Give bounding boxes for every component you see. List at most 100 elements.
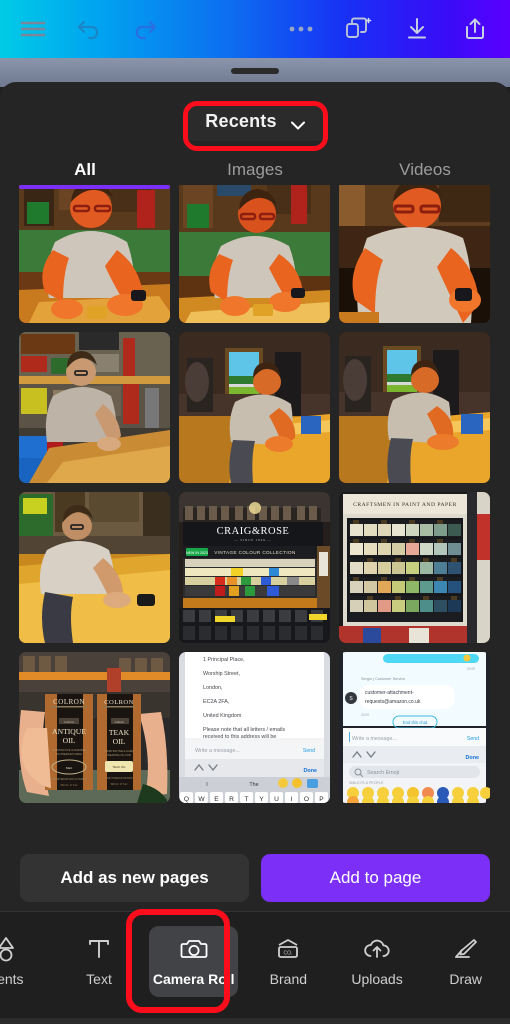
nav-label-text: Text xyxy=(86,971,112,987)
photo-thumbnail[interactable]: 1 Principal Place, Worship Street, Londo… xyxy=(179,652,330,803)
svg-text:A DISTINCTIVE & HARD: A DISTINCTIVE & HARD xyxy=(105,749,134,753)
svg-text:Done: Done xyxy=(304,768,317,774)
draw-pen-icon xyxy=(453,934,479,964)
nav-label-brand: Brand xyxy=(269,971,308,987)
nav-item-brand[interactable]: CO. Brand xyxy=(244,926,333,987)
grid-row: CRAIG&ROSE — SINCE 1829 — NEW IN 2023 VI… xyxy=(19,492,491,643)
svg-text:End this chat: End this chat xyxy=(403,720,428,725)
grid-row xyxy=(19,332,491,483)
svg-text:TEAK OIL: TEAK OIL xyxy=(112,765,126,769)
elements-icon xyxy=(0,934,23,964)
photo-thumbnail[interactable] xyxy=(339,185,490,323)
svg-text:Colron: Colron xyxy=(115,720,124,724)
svg-text:— SINCE 1829 —: — SINCE 1829 — xyxy=(233,538,271,542)
svg-text:1 Principal Place,: 1 Principal Place, xyxy=(203,657,245,663)
svg-text:TEAK: TEAK xyxy=(109,728,130,737)
grid-row: COLRON Colron ANTIQUE OIL A DISTINCTIVE … xyxy=(19,652,491,803)
sheet-action-buttons: Add as new pages Add to page xyxy=(0,854,510,902)
svg-text:Q: Q xyxy=(184,796,189,803)
svg-text:20:09: 20:09 xyxy=(467,667,475,671)
add-to-page-button[interactable]: Add to page xyxy=(261,854,490,902)
svg-text:EC2A 2FA,: EC2A 2FA, xyxy=(203,699,230,705)
svg-text:500 ml / 17 fl oz: 500 ml / 17 fl oz xyxy=(111,783,129,786)
svg-text:U: U xyxy=(274,796,279,803)
nav-item-elements[interactable]: ents xyxy=(0,926,55,987)
svg-text:Search Emoji: Search Emoji xyxy=(367,770,399,776)
source-selector-row: Recents xyxy=(0,102,510,141)
photo-thumbnail[interactable] xyxy=(19,332,170,483)
svg-text:VINTAGE COLOUR COLLECTION: VINTAGE COLOUR COLLECTION xyxy=(214,550,295,555)
nav-item-uploads[interactable]: Uploads xyxy=(333,926,422,987)
download-icon[interactable] xyxy=(402,14,432,44)
photo-thumbnail[interactable]: CRAIG&ROSE — SINCE 1829 — NEW IN 2023 VI… xyxy=(179,492,330,643)
photo-thumbnail[interactable] xyxy=(339,332,490,483)
more-options-icon[interactable] xyxy=(286,14,316,44)
add-as-new-pages-button[interactable]: Add as new pages xyxy=(20,854,249,902)
undo-icon[interactable] xyxy=(74,14,104,44)
svg-text:The: The xyxy=(249,782,258,788)
svg-text:Please note that all letters /: Please note that all letters / emails xyxy=(203,727,285,733)
sheet-drag-handle[interactable] xyxy=(231,68,279,74)
nav-label-elements: ents xyxy=(0,971,24,987)
media-picker-sheet: Recents All Images Videos CRAIG&ROSE — S… xyxy=(0,82,510,911)
svg-text:500 ml / 17 fl oz: 500 ml / 17 fl oz xyxy=(61,784,79,787)
photo-grid-scroll[interactable]: CRAIG&ROSE — SINCE 1829 — NEW IN 2023 VI… xyxy=(0,185,510,845)
photo-thumbnail[interactable]: 20:09 Sergio | Customer Service S custom… xyxy=(339,652,490,803)
recents-dropdown-button[interactable]: Recents xyxy=(183,102,327,141)
photo-thumbnail[interactable]: COLRON Colron ANTIQUE OIL A DISTINCTIVE … xyxy=(19,652,170,803)
svg-text:CRAFTSMEN IN PAINT AND PAPER: CRAFTSMEN IN PAINT AND PAPER xyxy=(353,502,457,508)
svg-text:Sergio | Customer Service: Sergio | Customer Service xyxy=(361,677,405,681)
svg-text:requests@amazon.co.uk: requests@amazon.co.uk xyxy=(365,699,421,705)
upload-cloud-icon xyxy=(363,934,391,964)
share-icon[interactable] xyxy=(460,14,490,44)
svg-text:Worship Street,: Worship Street, xyxy=(203,671,241,677)
svg-text:Write a message...: Write a message... xyxy=(352,736,397,742)
nav-label-draw: Draw xyxy=(449,971,483,987)
tab-active-underline xyxy=(19,185,170,189)
photo-thumbnail[interactable] xyxy=(19,492,170,643)
svg-text:CO.: CO. xyxy=(284,951,293,957)
brand-icon: CO. xyxy=(275,934,301,964)
redo-icon[interactable] xyxy=(130,14,160,44)
svg-text:SMILEYS & PEOPLE: SMILEYS & PEOPLE xyxy=(349,781,384,785)
nav-label-camera-roll: Camera Roll xyxy=(152,971,235,987)
svg-text:I: I xyxy=(291,796,293,803)
svg-text:WEARING OIL FOR: WEARING OIL FOR xyxy=(107,753,131,757)
tab-videos[interactable]: Videos xyxy=(340,160,510,180)
tab-images[interactable]: Images xyxy=(170,160,340,180)
svg-text:CRAIG&ROSE: CRAIG&ROSE xyxy=(217,526,290,537)
svg-text:customer-attachment-: customer-attachment- xyxy=(365,690,414,696)
svg-text:20:09: 20:09 xyxy=(361,713,369,717)
svg-text:Matt: Matt xyxy=(66,766,72,770)
camera-icon xyxy=(180,934,208,964)
svg-text:W: W xyxy=(198,796,205,803)
hamburger-menu-icon[interactable] xyxy=(18,14,48,44)
tab-all-label: All xyxy=(74,160,96,179)
magic-shapes-icon[interactable] xyxy=(344,14,374,44)
bottom-toolbar: ents Text Camera Roll CO. Brand Uploads … xyxy=(0,911,510,1024)
svg-text:T: T xyxy=(244,796,248,803)
toolbar-right-group xyxy=(286,14,510,44)
svg-text:E: E xyxy=(214,796,219,803)
photo-thumbnail[interactable] xyxy=(179,332,330,483)
svg-text:Send: Send xyxy=(303,748,315,754)
svg-text:Colron: Colron xyxy=(64,720,74,724)
home-indicator-area xyxy=(0,1018,510,1024)
svg-text:Done: Done xyxy=(466,755,479,761)
nav-item-text[interactable]: Text xyxy=(55,926,144,987)
photo-thumbnail[interactable]: CRAFTSMEN IN PAINT AND PAPER xyxy=(339,492,490,643)
svg-text:R: R xyxy=(229,796,234,803)
svg-text:Write a message...: Write a message... xyxy=(195,748,240,754)
photo-thumbnail[interactable] xyxy=(19,185,170,323)
svg-text:OIL: OIL xyxy=(63,736,76,745)
nav-item-draw[interactable]: Draw xyxy=(421,926,510,987)
tab-all[interactable]: All xyxy=(0,160,170,180)
nav-item-camera-roll[interactable]: Camera Roll xyxy=(149,926,239,997)
svg-text:Y: Y xyxy=(259,796,264,803)
svg-text:A DISTINCTIVE & DURABLE: A DISTINCTIVE & DURABLE xyxy=(52,748,86,752)
svg-text:United Kingdom: United Kingdom xyxy=(203,713,242,719)
photo-thumbnail[interactable] xyxy=(179,185,330,323)
svg-text:Send: Send xyxy=(467,736,479,742)
chevron-down-icon xyxy=(290,117,305,130)
toolbar-left-group xyxy=(0,14,160,44)
